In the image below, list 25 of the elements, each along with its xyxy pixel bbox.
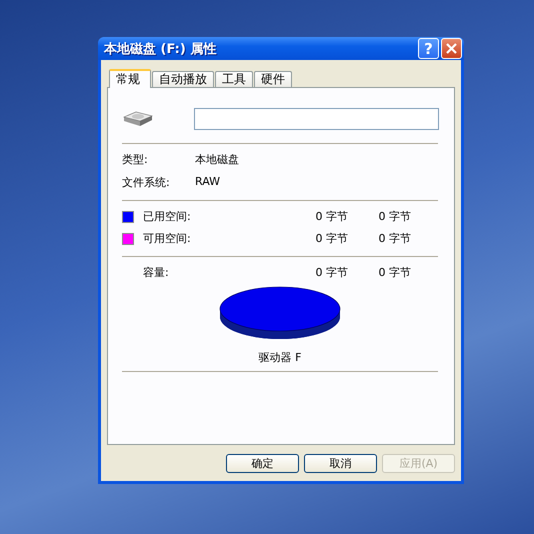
volume-name-field[interactable] xyxy=(194,108,439,130)
tab[interactable]: 自动播放 xyxy=(152,71,214,87)
property-value: RAW xyxy=(195,175,221,190)
space-size: 0 字节 xyxy=(378,209,411,224)
close-icon xyxy=(446,43,457,54)
property-value: 本地磁盘 xyxy=(195,152,240,167)
hard-drive-icon xyxy=(122,110,154,126)
capacity-bytes: 0 字节 xyxy=(314,265,348,280)
tab[interactable]: 硬件 xyxy=(254,71,292,87)
property-label: 文件系统: xyxy=(122,175,171,190)
space-label: 可用空间: xyxy=(143,231,192,246)
tab[interactable]: 常规 xyxy=(109,69,151,88)
space-size: 0 字节 xyxy=(378,231,411,246)
space-bytes: 0 字节 xyxy=(314,209,348,224)
capacity-label: 容量: xyxy=(143,265,170,280)
property-label: 类型: xyxy=(122,152,149,167)
space-label: 已用空间: xyxy=(143,209,192,224)
capacity-size: 0 字节 xyxy=(378,265,411,280)
window-title: 本地磁盘 (F:) 属性 xyxy=(102,40,218,58)
dialog-button[interactable]: 取消 xyxy=(304,454,377,473)
space-bytes: 0 字节 xyxy=(314,231,348,246)
close-button[interactable] xyxy=(441,38,462,59)
dialog-button[interactable]: 确定 xyxy=(226,454,299,473)
drive-label: 驱动器 F xyxy=(258,350,302,365)
tab[interactable]: 工具 xyxy=(215,71,253,87)
